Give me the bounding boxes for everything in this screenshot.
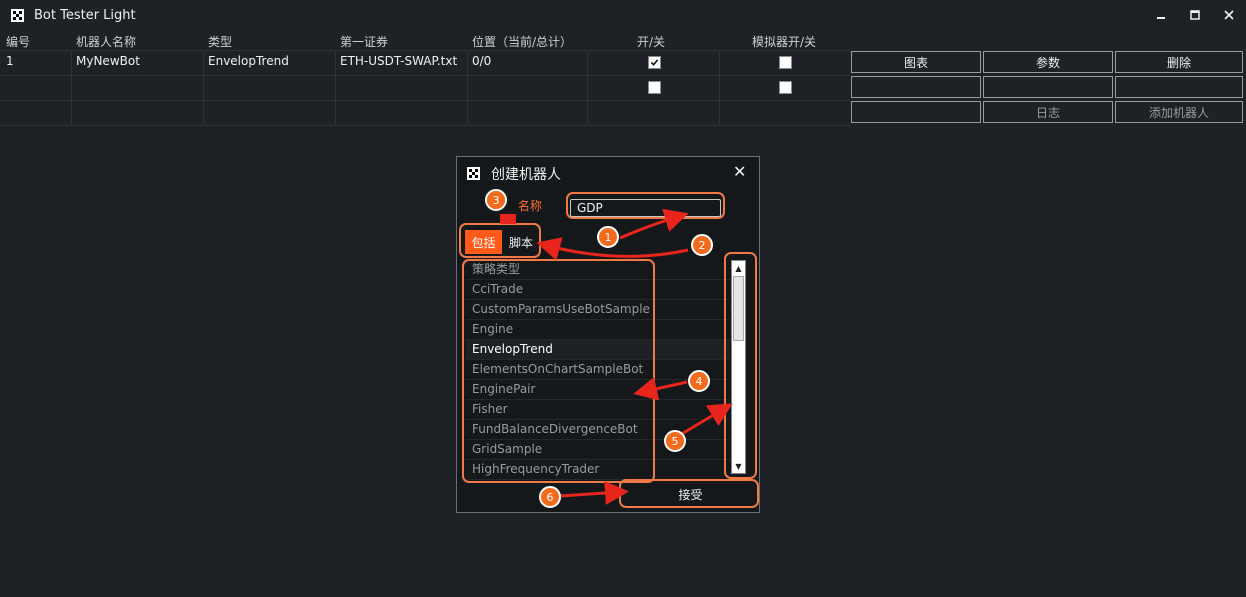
dialog-close-icon[interactable]: ✕	[733, 162, 746, 181]
emulator-checkbox[interactable]	[779, 81, 792, 94]
name-label: 名称	[518, 199, 543, 213]
cell-security: ETH-USDT-SWAP.txt	[340, 54, 458, 68]
col-divider	[203, 50, 204, 125]
empty-button[interactable]	[851, 101, 981, 123]
cell-bot-type: EnvelopTrend	[208, 54, 289, 68]
list-item[interactable]: CciTrade	[466, 280, 730, 300]
checkmark-icon	[650, 59, 659, 66]
strategy-list: 策略类型 CciTrade CustomParamsUseBotSample E…	[466, 260, 730, 480]
list-item[interactable]: FundBalanceDivergenceBot	[466, 420, 730, 440]
close-button[interactable]	[1212, 0, 1246, 30]
col-divider	[719, 50, 720, 125]
row-divider	[0, 50, 850, 51]
col-divider	[71, 50, 72, 125]
close-icon	[1224, 10, 1234, 20]
title-bar: Bot Tester Light	[0, 0, 1246, 30]
list-item[interactable]: GridSample	[466, 440, 730, 460]
col-header-emulator: 模拟器开/关	[752, 35, 817, 49]
on-off-checkbox[interactable]	[648, 56, 661, 69]
chart-button[interactable]: 图表	[851, 51, 981, 73]
col-header-type: 类型	[208, 35, 233, 49]
tab-script[interactable]: 脚本	[505, 230, 537, 254]
row-divider	[0, 125, 850, 126]
col-divider	[335, 50, 336, 125]
col-header-on-off: 开/关	[637, 35, 666, 49]
list-item[interactable]: HighFrequencyTrader	[466, 460, 730, 480]
dialog-title: 创建机器人	[491, 167, 561, 183]
scroll-up-icon[interactable]: ▲	[732, 261, 745, 275]
minimize-icon	[1157, 17, 1165, 19]
col-header-position: 位置（当前/总计）	[472, 35, 573, 49]
name-input[interactable]: GDP	[570, 199, 721, 217]
empty-button[interactable]	[983, 76, 1113, 98]
strategy-scrollbar[interactable]: ▲ ▼	[731, 260, 746, 474]
cell-position: 0/0	[472, 54, 492, 68]
row-divider	[0, 100, 850, 101]
cell-number: 1	[6, 54, 14, 68]
emulator-checkbox[interactable]	[779, 56, 792, 69]
row-divider	[0, 75, 850, 76]
empty-button[interactable]	[851, 76, 981, 98]
col-header-number: 编号	[6, 35, 31, 49]
col-header-security: 第一证券	[340, 35, 389, 49]
params-button[interactable]: 参数	[983, 51, 1113, 73]
delete-button[interactable]: 删除	[1115, 51, 1243, 73]
app-logo-icon	[11, 9, 24, 22]
minimize-button[interactable]	[1144, 0, 1178, 30]
list-item[interactable]: EnginePair	[466, 380, 730, 400]
log-button[interactable]: 日志	[983, 101, 1113, 123]
maximize-button[interactable]	[1178, 0, 1212, 30]
app-title: Bot Tester Light	[34, 8, 136, 23]
accept-button[interactable]: 接受	[625, 484, 756, 504]
empty-button[interactable]	[1115, 76, 1243, 98]
col-divider	[587, 50, 588, 125]
list-item[interactable]: ElementsOnChartSampleBot	[466, 360, 730, 380]
list-item[interactable]: Fisher	[466, 400, 730, 420]
col-header-name: 机器人名称	[76, 35, 137, 49]
maximize-icon	[1190, 10, 1200, 20]
list-header: 策略类型	[466, 260, 730, 280]
list-item[interactable]: Engine	[466, 320, 730, 340]
col-divider	[467, 50, 468, 125]
list-item[interactable]: CustomParamsUseBotSample	[466, 300, 730, 320]
scroll-down-icon[interactable]: ▼	[732, 459, 745, 473]
dialog-logo-icon	[467, 167, 480, 180]
scroll-thumb[interactable]	[733, 276, 744, 341]
tab-include[interactable]: 包括	[465, 230, 502, 254]
cell-bot-name[interactable]: MyNewBot	[76, 54, 140, 68]
create-bot-dialog: 创建机器人 ✕ 名称 GDP 包括 脚本 策略类型 CciTrade Custo…	[456, 156, 760, 513]
strategy-tabs: 包括 脚本	[465, 230, 537, 254]
add-bot-button[interactable]: 添加机器人	[1115, 101, 1243, 123]
on-off-checkbox[interactable]	[648, 81, 661, 94]
list-item-selected[interactable]: EnvelopTrend	[466, 340, 730, 360]
